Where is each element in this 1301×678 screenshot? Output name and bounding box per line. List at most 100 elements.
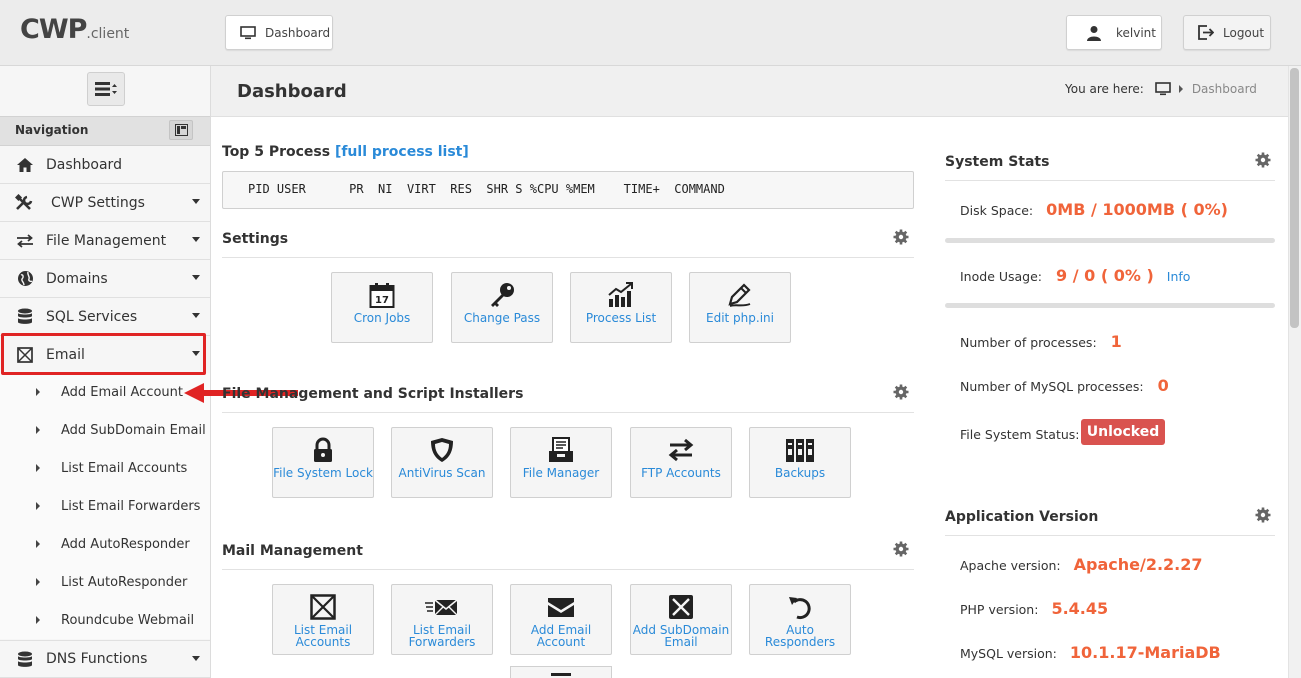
scrollbar-thumb[interactable]	[1290, 68, 1299, 328]
inode-usage-value: 9 / 0 ( 0% )	[1056, 266, 1154, 285]
logout-button[interactable]: Logout	[1183, 15, 1271, 50]
mysql-version-label: MySQL version:	[960, 646, 1057, 661]
caret-right-icon	[36, 616, 40, 624]
application-version-title: Application Version	[945, 509, 1099, 525]
sidebar-subitem-list-email-accounts[interactable]: List Email Accounts	[0, 449, 210, 487]
sidebar-subitem-add-autoresponder[interactable]: Add AutoResponder	[0, 525, 210, 563]
sidebar-item-cwp-settings[interactable]: CWP Settings	[0, 184, 210, 222]
file-manager-icon	[549, 437, 573, 462]
gear-icon[interactable]	[893, 541, 909, 557]
dashboard-tab[interactable]: Dashboard	[225, 15, 333, 50]
sidebar-toggle-button[interactable]	[87, 72, 125, 106]
apache-version-row: Apache version: Apache/2.2.27	[960, 555, 1203, 574]
monitor-icon[interactable]	[1155, 82, 1171, 96]
sidebar-item-sql-services[interactable]: SQL Services	[0, 298, 210, 336]
caret-right-icon	[36, 502, 40, 510]
disk-space-label: Disk Space:	[960, 203, 1034, 218]
cron-jobs-button[interactable]: 17 Cron Jobs	[331, 272, 433, 343]
app-logo[interactable]: CWP.client	[20, 14, 129, 45]
button-label: Responders	[764, 635, 836, 649]
chart-icon	[608, 282, 633, 307]
processes-label: Number of processes:	[960, 335, 1097, 350]
sidebar-item-label: File Management	[46, 232, 167, 249]
button-label: FTP Accounts	[641, 466, 721, 480]
file-management-section-title: File Management and Script Installers	[222, 386, 524, 402]
php-version-label: PHP version:	[960, 602, 1039, 617]
mail-forward-icon	[425, 599, 458, 616]
gear-icon[interactable]	[1255, 152, 1271, 168]
button-label: File System Lock	[273, 466, 373, 480]
email-highlight-box	[1, 333, 206, 375]
edit-php-ini-button[interactable]: Edit php.ini	[689, 272, 791, 343]
caret-right-icon	[36, 464, 40, 472]
envelope-icon	[548, 598, 574, 617]
add-subdomain-email-button[interactable]: Add SubDomain Email	[630, 584, 732, 655]
pencil-icon	[728, 283, 751, 307]
button-label: Accounts	[295, 635, 351, 649]
button-label: File Manager	[522, 466, 600, 480]
php-version-value: 5.4.45	[1051, 599, 1109, 618]
backups-button[interactable]: Backups	[749, 427, 851, 498]
sidebar-item-dashboard[interactable]: Dashboard	[0, 146, 210, 184]
subitem-label: List AutoResponder	[61, 574, 188, 590]
auto-responders-button[interactable]: Auto Responders	[749, 584, 851, 655]
disk-space-value: 0MB / 1000MB ( 0%)	[1046, 200, 1228, 219]
button-label: Process List	[585, 311, 657, 325]
process-list-button[interactable]: Process List	[570, 272, 672, 343]
mail-box-icon	[310, 594, 336, 620]
subitem-label: Add SubDomain Email	[61, 422, 206, 438]
user-menu-button[interactable]: kelvint	[1066, 15, 1162, 50]
partial-button[interactable]	[510, 666, 612, 678]
inode-usage-label: Inode Usage:	[960, 269, 1043, 284]
logout-label: Logout	[1223, 25, 1265, 40]
fs-status-row: File System Status:	[960, 424, 1080, 443]
divider	[945, 535, 1275, 536]
page-title: Dashboard	[237, 81, 347, 102]
sidebar-subitem-list-email-forwarders[interactable]: List Email Forwarders	[0, 487, 210, 525]
add-email-account-button[interactable]: Add Email Account	[510, 584, 612, 655]
lock-icon	[314, 437, 332, 462]
layout-toggle-icon[interactable]	[169, 120, 193, 140]
sidebar-item-label: Domains	[46, 270, 108, 287]
caret-right-icon	[36, 426, 40, 434]
disk-space-row: Disk Space: 0MB / 1000MB ( 0%)	[960, 200, 1228, 219]
button-label: Account	[536, 635, 586, 649]
ftp-accounts-button[interactable]: FTP Accounts	[630, 427, 732, 498]
sidebar-item-label: DNS Functions	[46, 651, 148, 667]
gear-icon[interactable]	[893, 229, 909, 245]
gear-icon[interactable]	[893, 384, 909, 400]
php-version-row: PHP version: 5.4.45	[960, 599, 1108, 618]
inode-usage-row: Inode Usage: 9 / 0 ( 0% ) Info	[960, 266, 1190, 285]
list-email-accounts-button[interactable]: List Email Accounts	[272, 584, 374, 655]
processes-value: 1	[1110, 332, 1122, 351]
sidebar-item-file-management[interactable]: File Management	[0, 222, 210, 260]
list-email-forwarders-button[interactable]: List Email Forwarders	[391, 584, 493, 655]
sidebar-item-domains[interactable]: Domains	[0, 260, 210, 298]
sidebar-subitem-list-autoresponder[interactable]: List AutoResponder	[0, 563, 210, 601]
sidebar-item-dns-functions[interactable]: DNS Functions	[0, 640, 210, 678]
system-stats-title: System Stats	[945, 154, 1050, 170]
sidebar-subitem-add-email-account[interactable]: Add Email Account	[0, 373, 210, 411]
svg-text:17: 17	[375, 295, 389, 306]
chevron-down-icon	[192, 275, 200, 280]
sidebar-subitem-add-subdomain-email[interactable]: Add SubDomain Email	[0, 411, 210, 449]
fs-status-badge: Unlocked	[1081, 419, 1165, 445]
change-pass-button[interactable]: Change Pass	[451, 272, 553, 343]
antivirus-scan-button[interactable]: AntiVirus Scan	[391, 427, 493, 498]
fs-status-label: File System Status:	[960, 427, 1080, 442]
button-label: Edit php.ini	[706, 311, 774, 325]
settings-section-title: Settings	[222, 231, 289, 247]
sidebar-subitem-roundcube-webmail[interactable]: Roundcube Webmail	[0, 601, 210, 639]
file-manager-button[interactable]: File Manager	[510, 427, 612, 498]
undo-icon	[789, 597, 811, 620]
mysql-version-value: 10.1.17-MariaDB	[1069, 643, 1221, 662]
disk-space-progress	[945, 238, 1275, 243]
button-label: Email	[664, 635, 698, 649]
navigation-header: Navigation	[0, 116, 210, 146]
inode-info-link[interactable]: Info	[1167, 269, 1191, 284]
dashboard-tab-label: Dashboard	[265, 25, 331, 40]
full-process-list-link[interactable]: [full process list]	[335, 144, 469, 160]
file-system-lock-button[interactable]: File System Lock	[272, 427, 374, 498]
gear-icon[interactable]	[1255, 507, 1271, 523]
breadcrumb: You are here: Dashboard	[1065, 82, 1257, 96]
